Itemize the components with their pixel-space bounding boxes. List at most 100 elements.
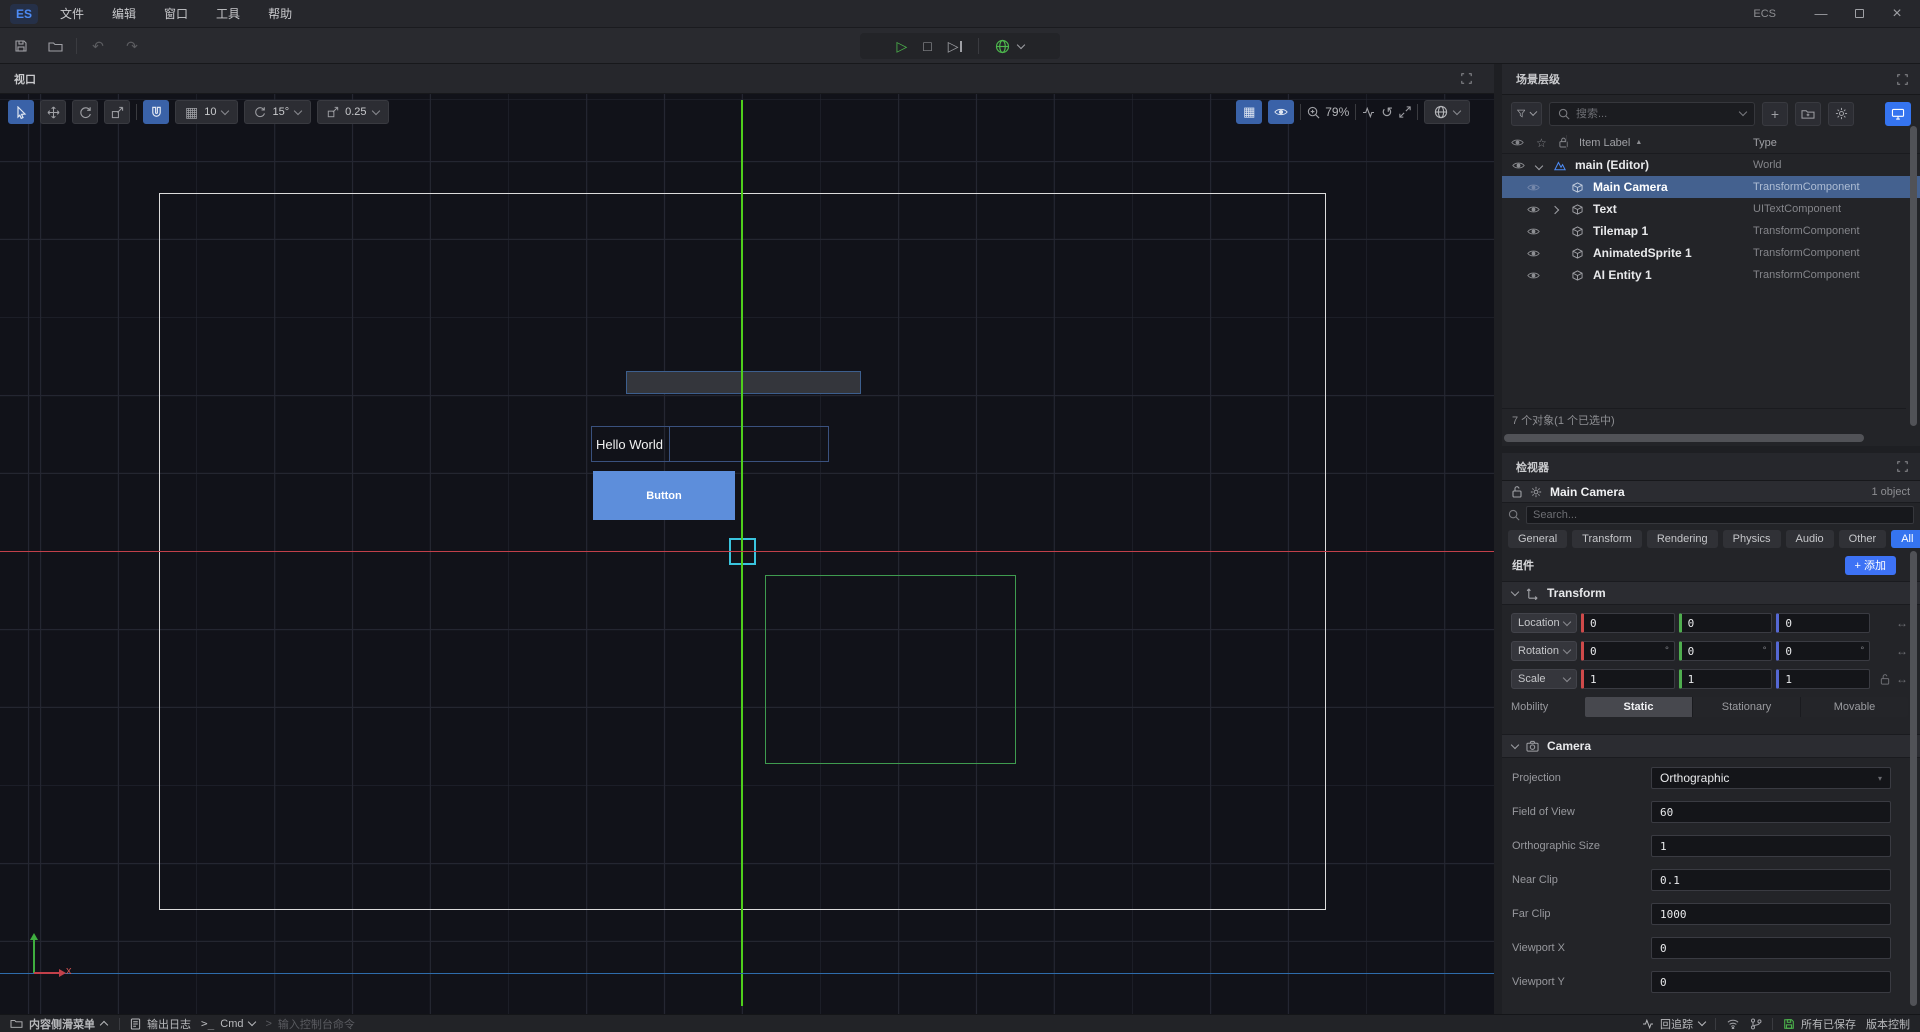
camera-section-header[interactable]: Camera	[1502, 734, 1920, 758]
mobility-stationary[interactable]: Stationary	[1693, 697, 1801, 717]
tab-other[interactable]: Other	[1839, 530, 1887, 548]
view-mode-dropdown[interactable]	[1424, 100, 1470, 124]
new-folder-button[interactable]	[1795, 102, 1821, 126]
minimize-button[interactable]: —	[1806, 3, 1836, 25]
hierarchy-horizontal-scrollbar[interactable]	[1504, 434, 1864, 442]
visibility-eye-icon[interactable]	[1527, 227, 1540, 236]
close-button[interactable]: ×	[1882, 3, 1912, 25]
mobility-movable[interactable]: Movable	[1801, 697, 1908, 717]
viewport-x-input[interactable]: 0	[1651, 937, 1891, 959]
location-dropdown[interactable]: Location	[1511, 613, 1577, 633]
scale-tool-button[interactable]	[104, 100, 130, 124]
stop-button[interactable]: □	[923, 39, 931, 53]
hierarchy-fullscreen-button[interactable]	[1897, 74, 1908, 85]
type-column[interactable]: Type	[1753, 137, 1777, 149]
rotation-x-input[interactable]: 0°	[1581, 641, 1675, 661]
visibility-eye-icon[interactable]	[1527, 271, 1540, 280]
rotation-z-input[interactable]: 0°	[1776, 641, 1870, 661]
tab-general[interactable]: General	[1508, 530, 1567, 548]
tree-row-ai-entity[interactable]: AI Entity 1 TransformComponent	[1502, 264, 1920, 286]
transform-section-header[interactable]: Transform	[1502, 581, 1920, 605]
menu-tools[interactable]: 工具	[210, 3, 246, 24]
console-input[interactable]: > 输入控制台命令	[265, 1016, 354, 1032]
snap-toggle-button[interactable]	[143, 100, 169, 124]
tab-audio[interactable]: Audio	[1786, 530, 1834, 548]
item-label-column[interactable]: Item Label ▲	[1579, 137, 1642, 149]
play-button[interactable]: ▷	[896, 39, 907, 53]
redo-button[interactable]: ↷	[119, 34, 145, 58]
inspector-search-input[interactable]	[1533, 509, 1907, 521]
rotation-dropdown[interactable]: Rotation	[1511, 641, 1577, 661]
output-log-button[interactable]: 输出日志	[130, 1016, 191, 1032]
location-y-input[interactable]: 0	[1679, 613, 1773, 633]
inspector-search-box[interactable]	[1526, 506, 1914, 524]
undo-button[interactable]: ↶	[85, 34, 111, 58]
menu-file[interactable]: 文件	[54, 3, 90, 24]
menu-edit[interactable]: 编辑	[106, 3, 142, 24]
tree-row-main[interactable]: main (Editor) World	[1502, 154, 1920, 176]
mobility-static[interactable]: Static	[1585, 697, 1693, 717]
scale-snap-dropdown[interactable]: 0.25	[317, 100, 388, 124]
network-mode-dropdown[interactable]	[995, 39, 1024, 54]
cmd-dropdown[interactable]: >_ Cmd	[201, 1017, 255, 1030]
viewport-y-input[interactable]: 0	[1651, 971, 1891, 993]
link-values-icon[interactable]: ↔	[1896, 672, 1908, 686]
add-entity-button[interactable]: +	[1762, 102, 1788, 126]
near-clip-input[interactable]: 0.1	[1651, 869, 1891, 891]
git-branch-icon[interactable]	[1750, 1018, 1762, 1030]
inspector-fullscreen-button[interactable]	[1897, 461, 1908, 472]
visibility-eye-icon[interactable]	[1527, 205, 1540, 214]
tree-row-animatedsprite[interactable]: AnimatedSprite 1 TransformComponent	[1502, 242, 1920, 264]
link-values-icon[interactable]: ↔	[1896, 644, 1908, 658]
add-component-button[interactable]: + 添加	[1845, 556, 1896, 575]
rotation-y-input[interactable]: 0°	[1679, 641, 1773, 661]
expand-chevron-icon[interactable]	[1536, 158, 1542, 172]
expand-chevron-icon[interactable]	[1552, 202, 1558, 216]
reset-view-button[interactable]: ↺	[1381, 104, 1393, 121]
location-z-input[interactable]: 0	[1776, 613, 1870, 633]
scale-x-input[interactable]: 1	[1581, 669, 1675, 689]
scale-z-input[interactable]: 1	[1776, 669, 1870, 689]
menu-help[interactable]: 帮助	[262, 3, 298, 24]
trace-dropdown[interactable]: 回追踪	[1642, 1016, 1705, 1032]
content-drawer-button[interactable]: 内容侧滑菜单	[10, 1016, 107, 1032]
far-clip-input[interactable]: 1000	[1651, 903, 1891, 925]
text-element[interactable]: Hello World	[591, 426, 829, 462]
select-tool-button[interactable]	[8, 100, 34, 124]
visibility-eye-icon[interactable]	[1527, 249, 1540, 258]
entity-bounds-rect[interactable]	[765, 575, 1016, 764]
ui-button-element[interactable]: Button	[593, 471, 735, 520]
zoom-indicator[interactable]: 79%	[1307, 105, 1349, 119]
expand-view-button[interactable]	[1399, 106, 1411, 118]
move-tool-button[interactable]	[40, 100, 66, 124]
visibility-toggle-button[interactable]	[1268, 100, 1294, 124]
hierarchy-vertical-scrollbar[interactable]	[1910, 126, 1917, 426]
hierarchy-settings-button[interactable]	[1828, 102, 1854, 126]
tab-all[interactable]: All	[1891, 530, 1920, 548]
hierarchy-search-input[interactable]	[1576, 108, 1734, 120]
viewport-fullscreen-button[interactable]	[1461, 73, 1472, 84]
panel-sprite[interactable]	[626, 371, 861, 394]
menu-window[interactable]: 窗口	[158, 3, 194, 24]
scale-dropdown[interactable]: Scale	[1511, 669, 1577, 689]
tree-row-main-camera[interactable]: Main Camera TransformComponent	[1502, 176, 1920, 198]
grid-toggle-button[interactable]: ▦	[1236, 100, 1262, 124]
grid-snap-dropdown[interactable]: ▦ 10	[175, 100, 238, 124]
network-status-icon[interactable]	[1726, 1018, 1740, 1029]
field-of-view-input[interactable]: 60	[1651, 801, 1891, 823]
step-button[interactable]: ▷	[948, 39, 962, 53]
scale-y-input[interactable]: 1	[1679, 669, 1773, 689]
hierarchy-search[interactable]	[1549, 102, 1755, 126]
app-logo[interactable]: ES	[10, 4, 38, 24]
tree-row-tilemap[interactable]: Tilemap 1 TransformComponent	[1502, 220, 1920, 242]
rotation-snap-dropdown[interactable]: 15°	[244, 100, 311, 124]
version-control-button[interactable]: 版本控制	[1866, 1016, 1910, 1032]
orthographic-size-input[interactable]: 1	[1651, 835, 1891, 857]
tab-rendering[interactable]: Rendering	[1647, 530, 1718, 548]
display-target-button[interactable]	[1885, 102, 1911, 126]
link-values-icon[interactable]: ↔	[1896, 616, 1908, 630]
rotate-tool-button[interactable]	[72, 100, 98, 124]
filter-dropdown[interactable]	[1511, 102, 1542, 126]
tree-row-text[interactable]: Text UITextComponent	[1502, 198, 1920, 220]
tab-transform[interactable]: Transform	[1572, 530, 1642, 548]
